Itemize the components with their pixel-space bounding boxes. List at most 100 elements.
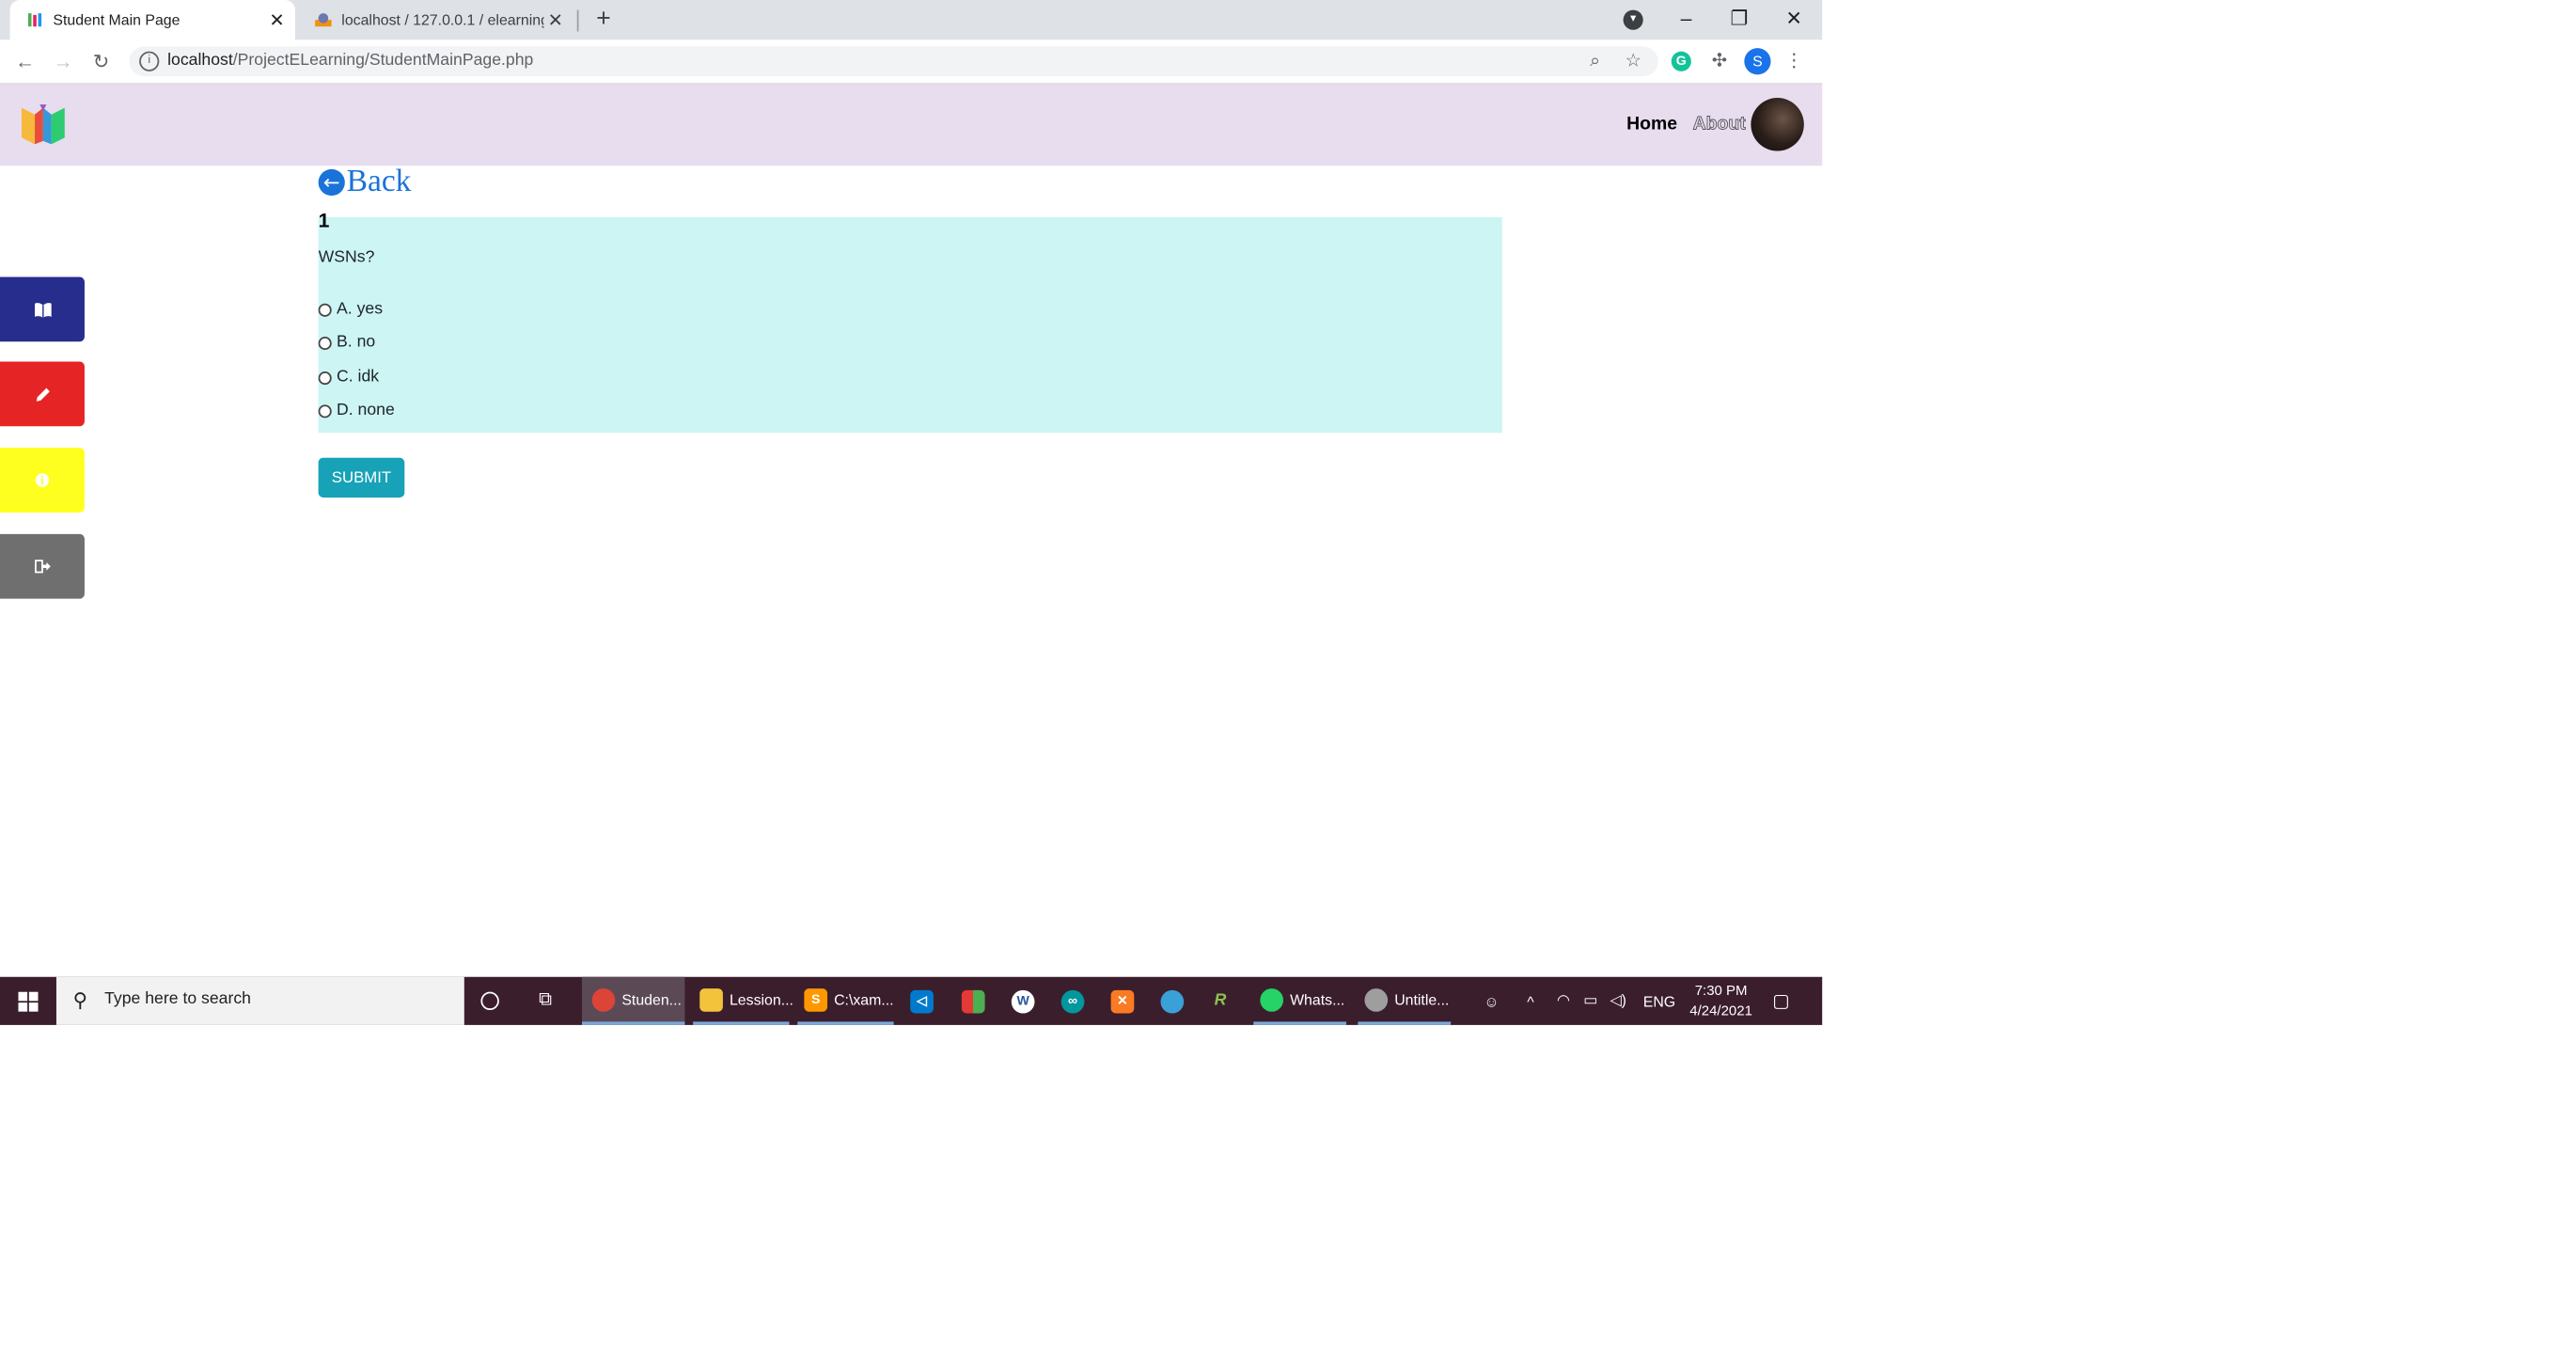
tab-title: Student Main Page xyxy=(53,11,181,28)
tab-divider xyxy=(576,9,579,32)
start-button[interactable] xyxy=(0,977,56,1025)
taskbar-app-label: Whats... xyxy=(1290,990,1345,1008)
taskbar-app-arduino[interactable]: ∞ xyxy=(1060,977,1092,1025)
nav-home-link[interactable]: Home xyxy=(1626,115,1677,134)
zoom-magnifier-icon[interactable]: ⌕ xyxy=(1583,50,1607,73)
option-label: A. yes xyxy=(337,300,384,319)
taskbar-app-whatsapp[interactable]: Whats... xyxy=(1253,977,1347,1025)
people-icon[interactable]: ☺ xyxy=(1484,977,1499,1025)
book-icon xyxy=(34,302,51,317)
taskbar-app-label: C:\xam... xyxy=(834,990,894,1008)
answer-option-a[interactable]: A. yes xyxy=(318,300,384,319)
new-tab-plus-icon[interactable]: + xyxy=(592,5,616,35)
taskbar-app-label: Studen... xyxy=(621,990,682,1008)
tab-student-main-page[interactable]: Student Main Page ✕ xyxy=(9,0,295,40)
r-icon: R xyxy=(1214,991,1227,1011)
paint-icon xyxy=(1364,987,1389,1011)
sidebar-courses-button[interactable] xyxy=(0,276,85,342)
task-view-icon: ⧉ xyxy=(539,989,553,1011)
vscode-icon: ◁ xyxy=(910,988,934,1013)
option-label: B. no xyxy=(337,333,376,352)
restore-window-icon[interactable]: ❐ xyxy=(1726,5,1752,31)
tab-phpmyadmin[interactable]: localhost / 127.0.0.1 / elearning / ✕ xyxy=(298,0,573,39)
clock-date: 4/24/2021 xyxy=(1689,1002,1752,1018)
taskbar-app-word[interactable]: W xyxy=(1011,977,1042,1025)
sidebar-edit-button[interactable] xyxy=(0,361,85,427)
whatsapp-icon xyxy=(1260,987,1284,1011)
taskbar-app-grid[interactable] xyxy=(961,977,992,1025)
bookmark-star-icon[interactable]: ☆ xyxy=(1622,50,1645,73)
answer-option-c[interactable]: C. idk xyxy=(318,369,379,387)
chrome-menu-icon[interactable]: ⋮ xyxy=(1783,50,1806,73)
answer-option-d[interactable]: D. none xyxy=(318,402,395,419)
taskbar-app-label: Untitle... xyxy=(1394,990,1450,1008)
url-text[interactable]: localhost/ProjectELearning/StudentMainPa… xyxy=(167,52,533,70)
file-explorer-icon xyxy=(699,987,723,1011)
taskbar-app-label: Lession... xyxy=(729,990,793,1008)
books-favicon-icon xyxy=(27,13,42,27)
taskbar-app-vscode[interactable]: ◁ xyxy=(910,977,940,1025)
taskbar-app-file-explorer[interactable]: Lession... xyxy=(693,977,793,1025)
tab-search-dropdown-icon[interactable]: ▾ xyxy=(1623,9,1643,30)
word-icon: W xyxy=(1011,988,1035,1013)
wifi-icon[interactable]: ◠ xyxy=(1557,977,1570,1025)
back-link[interactable]: ← Back xyxy=(318,164,412,201)
answer-option-b[interactable]: B. no xyxy=(318,333,376,352)
logout-icon xyxy=(34,560,50,574)
taskbar-app-browser[interactable] xyxy=(1160,977,1191,1025)
info-icon xyxy=(35,473,50,487)
close-tab-icon[interactable]: ✕ xyxy=(543,9,567,31)
books-logo-icon[interactable] xyxy=(18,102,68,148)
pencil-icon xyxy=(35,387,50,401)
app-grid-icon xyxy=(961,988,985,1013)
cortana-button[interactable] xyxy=(480,977,499,1025)
taskbar-search-placeholder: Type here to search xyxy=(104,989,251,1009)
reload-icon[interactable]: ↻ xyxy=(87,48,114,74)
taskbar-app-r[interactable]: R xyxy=(1209,977,1239,1025)
windows-logo-icon xyxy=(18,990,39,1011)
radio-button[interactable] xyxy=(318,336,332,350)
clock-time: 7:30 PM xyxy=(1694,982,1748,999)
arduino-icon: ∞ xyxy=(1060,988,1085,1013)
taskbar-clock[interactable]: 7:30 PM 4/24/2021 xyxy=(1680,980,1763,1019)
url-path: /ProjectELearning/StudentMainPage.php xyxy=(232,51,534,71)
battery-icon[interactable]: ▭ xyxy=(1583,977,1597,1025)
arrow-circle-left-icon: ← xyxy=(318,168,345,197)
phpmyadmin-favicon-icon xyxy=(315,13,332,27)
url-host: localhost xyxy=(167,51,233,71)
submit-button[interactable]: SUBMIT xyxy=(318,457,405,498)
radio-button[interactable] xyxy=(318,302,332,316)
close-tab-icon[interactable]: ✕ xyxy=(265,9,289,31)
screenshot-root: Student Main Page ✕ localhost / 127.0.0.… xyxy=(0,0,1824,1029)
close-window-icon[interactable]: ✕ xyxy=(1781,5,1807,31)
user-avatar[interactable] xyxy=(1751,98,1804,151)
volume-icon[interactable]: ◁) xyxy=(1610,977,1626,1025)
back-label: Back xyxy=(346,164,412,199)
radio-button[interactable] xyxy=(318,371,332,385)
taskbar-app-xampp[interactable]: ✕ xyxy=(1110,977,1141,1025)
language-indicator[interactable]: ENG xyxy=(1643,977,1675,1025)
tab-title: localhost / 127.0.0.1 / elearning / xyxy=(341,11,544,28)
forward-arrow-icon[interactable]: → xyxy=(50,48,76,74)
nav-about-link[interactable]: About xyxy=(1692,114,1746,134)
minimize-window-icon[interactable]: – xyxy=(1673,5,1699,31)
question-number: 1 xyxy=(318,209,330,232)
extensions-puzzle-icon[interactable]: ✣ xyxy=(1708,50,1732,73)
question-card xyxy=(318,217,1502,434)
radio-button[interactable] xyxy=(318,403,332,418)
notifications-icon[interactable]: ▢ xyxy=(1772,977,1789,1025)
taskbar-app-chrome[interactable]: Studen... xyxy=(582,976,685,1025)
sidebar-info-button[interactable] xyxy=(0,448,85,513)
back-arrow-icon[interactable]: ← xyxy=(11,48,38,74)
show-hidden-icons-chevron-icon[interactable]: ^ xyxy=(1527,977,1533,1025)
chrome-icon xyxy=(591,987,616,1011)
taskbar-app-paint[interactable]: Untitle... xyxy=(1358,977,1452,1025)
search-icon: ⚲ xyxy=(72,988,88,1012)
grammarly-extension-icon[interactable]: G xyxy=(1671,51,1691,71)
profile-avatar[interactable]: S xyxy=(1744,48,1771,75)
task-view-button[interactable]: ⧉ xyxy=(539,977,552,1025)
taskbar-app-sublime[interactable]: S C:\xam... xyxy=(797,977,894,1025)
sublime-text-icon: S xyxy=(804,987,828,1011)
sidebar-logout-button[interactable] xyxy=(0,533,85,599)
site-info-icon[interactable]: i xyxy=(139,51,160,71)
